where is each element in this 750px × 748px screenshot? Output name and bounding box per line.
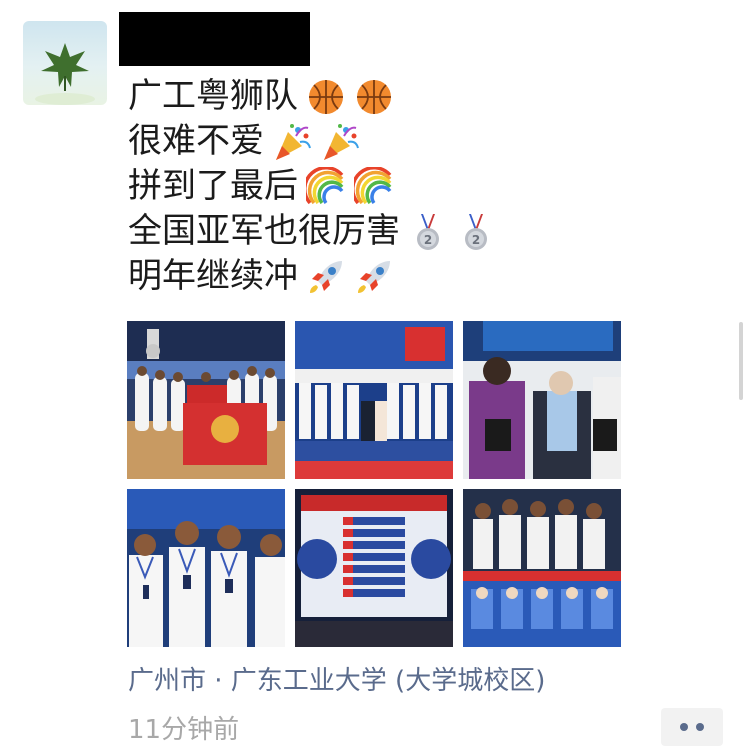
more-dot-icon: [696, 723, 704, 731]
basketball-emoji-icon: [306, 77, 346, 117]
post-line-text: 全国亚军也很厉害: [128, 211, 400, 251]
photo-players-with-medals[interactable]: [127, 489, 285, 647]
leaf-icon: [35, 43, 95, 105]
author-name-redacted[interactable]: [119, 12, 310, 66]
location-link[interactable]: 广州市 · 广东工业大学 (大学城校区): [128, 660, 545, 697]
photo-team-with-banner[interactable]: [127, 321, 285, 479]
second-place-medal-icon: 2: [456, 212, 496, 252]
more-actions-button[interactable]: [661, 708, 723, 746]
rainbow-icon: [306, 166, 346, 207]
party-popper-icon: [272, 122, 312, 162]
photo-grid: [127, 321, 621, 647]
post-line-text: 很难不爱: [128, 121, 264, 161]
post-text: 广工粤狮队 很难不爱 拼到了最后 全国亚军也很厉害 2 2 明年继续冲: [128, 74, 496, 299]
avatar[interactable]: [23, 21, 107, 105]
rocket-icon: [306, 257, 346, 297]
svg-text:2: 2: [424, 233, 432, 247]
rocket-icon: [354, 257, 394, 297]
rainbow-icon: [354, 166, 394, 207]
more-dot-icon: [680, 723, 688, 731]
photo-plaque-presentation[interactable]: [463, 321, 621, 479]
party-popper-icon: [320, 122, 360, 162]
photo-award-ceremony-stage[interactable]: [295, 321, 453, 479]
second-place-medal-icon: 2: [408, 212, 448, 252]
post-line-5: 明年继续冲: [128, 254, 496, 299]
post-line-text: 广工粤狮队: [128, 76, 298, 116]
photo-players-screen[interactable]: [463, 489, 621, 647]
post-line-3: 拼到了最后: [128, 164, 496, 209]
post-line-text: 拼到了最后: [128, 166, 298, 206]
scrollbar[interactable]: [739, 322, 743, 400]
post-line-4: 全国亚军也很厉害 2 2: [128, 209, 496, 254]
post-line-2: 很难不爱: [128, 119, 496, 164]
post-line-1: 广工粤狮队: [128, 74, 496, 119]
post-timestamp: 11分钟前: [128, 715, 240, 745]
svg-text:2: 2: [472, 233, 480, 247]
post-line-text: 明年继续冲: [128, 256, 298, 296]
photo-scoreboard-stats[interactable]: [295, 489, 453, 647]
basketball-emoji-icon: [354, 77, 394, 117]
